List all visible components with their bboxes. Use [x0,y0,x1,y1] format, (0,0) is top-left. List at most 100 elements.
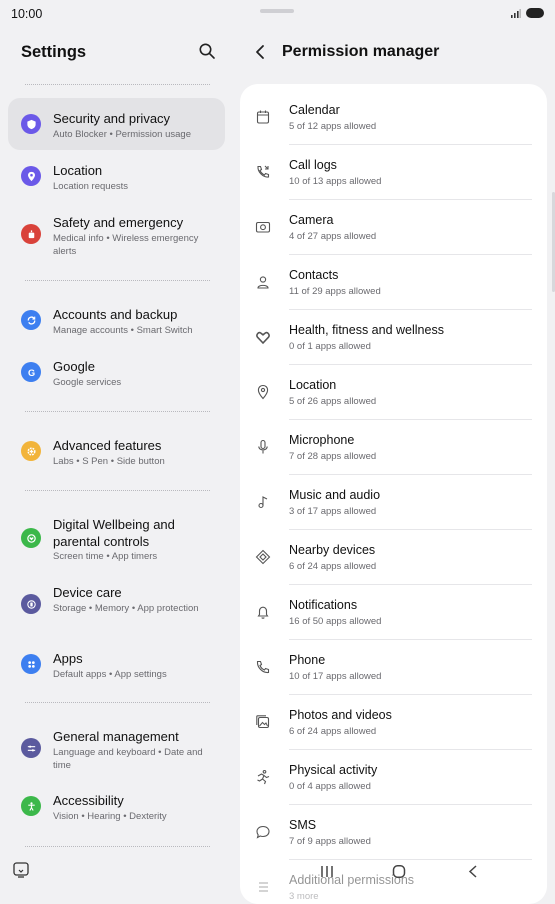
photos-icon [256,715,270,729]
settings-item-advanced-features[interactable]: Advanced features Labs • S Pen • Side bu… [8,425,225,477]
home-icon[interactable] [392,865,406,878]
settings-item-title: Accessibility [53,793,124,808]
settings-pane: Settings Security and privacy Auto Block… [0,28,233,888]
back-arrow-icon[interactable] [253,43,267,61]
permission-subtitle: 0 of 4 apps allowed [289,781,371,792]
signal-icon [511,9,521,18]
page-title: Permission manager [282,43,440,60]
permission-subtitle: 5 of 12 apps allowed [289,121,377,132]
settings-item-subtitle: Medical info • Wireless emergency alerts [53,233,199,257]
battery-icon [526,8,544,18]
status-bar: 10:00 [0,0,555,28]
permission-title: Calendar [289,103,340,117]
permission-item-calendar[interactable]: Calendar 5 of 12 apps allowed [240,90,547,145]
divider [25,411,210,412]
permission-item-music-and-audio[interactable]: Music and audio 3 of 17 apps allowed [240,475,547,530]
settings-item-title: Digital Wellbeing and parental controls [53,517,175,549]
svg-text:G: G [27,367,34,377]
settings-item-accessibility[interactable]: Accessibility Vision • Hearing • Dexteri… [8,782,225,834]
settings-item-digital-wellbeing[interactable]: Digital Wellbeing and parental controls … [8,504,225,570]
settings-item-accounts-and-backup[interactable]: Accounts and backup Manage accounts • Sm… [8,294,225,346]
permission-item-photos-and-videos[interactable]: Photos and videos 6 of 24 apps allowed [240,695,547,750]
permission-subtitle: 4 of 27 apps allowed [289,231,377,242]
permission-title: Photos and videos [289,708,392,722]
permission-item-notifications[interactable]: Notifications 16 of 50 apps allowed [240,585,547,640]
permission-item-nearby-devices[interactable]: Nearby devices 6 of 24 apps allowed [240,530,547,585]
back-icon[interactable] [468,865,478,878]
settings-item-title: Device care [53,585,122,600]
search-icon[interactable] [198,42,216,60]
permission-subtitle: 5 of 26 apps allowed [289,396,377,407]
status-time: 10:00 [11,7,43,21]
settings-item-safety-and-emergency[interactable]: Safety and emergency Medical info • Wire… [8,202,225,264]
permission-item-physical-activity[interactable]: Physical activity 0 of 4 apps allowed [240,750,547,805]
permission-item-location[interactable]: Location 5 of 26 apps allowed [240,365,547,420]
permission-title: Microphone [289,433,355,447]
permission-item-microphone[interactable]: Microphone 7 of 28 apps allowed [240,420,547,475]
permission-title: Notifications [289,598,358,612]
permission-subtitle: 6 of 24 apps allowed [289,561,377,572]
settings-item-title: Safety and emergency [53,215,184,230]
navigation-bar [300,858,500,884]
permission-title: Camera [289,213,334,227]
settings-title: Settings [21,43,87,61]
gear-plus-icon [21,441,41,461]
contacts-icon [257,276,269,289]
settings-item-title: Apps [53,651,83,666]
settings-item-subtitle: Default apps • App settings [53,669,167,680]
call-log-icon [257,165,270,178]
permission-item-contacts[interactable]: Contacts 11 of 29 apps allowed [240,255,547,310]
permission-subtitle: 3 of 17 apps allowed [289,506,377,517]
permission-item-call-logs[interactable]: Call logs 10 of 13 apps allowed [240,145,547,200]
settings-item-title: Accounts and backup [53,307,178,322]
settings-item-general-management[interactable]: General management Language and keyboard… [8,716,225,778]
permission-subtitle: 11 of 29 apps allowed [289,286,381,297]
microphone-icon [258,439,268,454]
sliders-icon [21,738,41,758]
settings-item-device-care[interactable]: Device care Storage • Memory • App prote… [8,574,225,636]
settings-item-title: General management [53,729,179,744]
taskbar-icon[interactable] [12,861,30,879]
permission-item-phone[interactable]: Phone 10 of 17 apps allowed [240,640,547,695]
sync-icon [21,310,41,330]
settings-item-subtitle: Manage accounts • Smart Switch [53,325,193,336]
accessibility-icon [21,796,41,816]
permission-item-sms[interactable]: SMS 7 of 9 apps allowed [240,805,547,860]
settings-item-title: Google [53,359,95,374]
settings-item-title: Security and privacy [53,111,171,126]
recent-apps-icon[interactable] [320,865,334,878]
settings-item-subtitle: Screen time • App timers [53,551,158,562]
location-icon [257,384,269,400]
google-icon: G [21,362,41,382]
divider [25,280,210,281]
permission-manager-pane: Permission manager Calendar 5 of 12 apps… [240,28,555,904]
drag-handle[interactable] [260,9,294,13]
settings-item-apps[interactable]: Apps Default apps • App settings [8,640,225,692]
settings-item-subtitle: Language and keyboard • Date and time [53,747,203,771]
permission-title: Health, fitness and wellness [289,323,444,337]
calendar-icon [256,110,270,124]
permission-title: Call logs [289,158,337,172]
permission-item-health-fitness-and-wellness[interactable]: Health, fitness and wellness 0 of 1 apps… [240,310,547,365]
permission-subtitle: 16 of 50 apps allowed [289,616,382,627]
settings-item-subtitle: Auto Blocker • Permission usage [53,129,191,140]
permission-item-camera[interactable]: Camera 4 of 27 apps allowed [240,200,547,255]
sms-icon [256,825,270,839]
permission-subtitle: 7 of 28 apps allowed [289,451,377,462]
activity-icon [257,769,270,785]
settings-item-location[interactable]: Location Location requests [8,150,225,202]
permission-title: SMS [289,818,317,832]
permission-subtitle: 3 more [289,891,319,902]
settings-item-subtitle: Google services [53,377,122,388]
settings-item-subtitle: Location requests [53,181,128,192]
divider [25,84,210,85]
permission-title: Physical activity [289,763,378,777]
settings-item-security-and-privacy[interactable]: Security and privacy Auto Blocker • Perm… [8,98,225,150]
settings-item-subtitle: Labs • S Pen • Side button [53,456,165,467]
settings-item-title: Location [53,163,103,178]
device-care-icon [21,594,41,614]
permission-title: Music and audio [289,488,381,502]
settings-item-title: Advanced features [53,438,162,453]
permission-subtitle: 7 of 9 apps allowed [289,836,371,847]
settings-item-google[interactable]: G Google Google services [8,346,225,398]
